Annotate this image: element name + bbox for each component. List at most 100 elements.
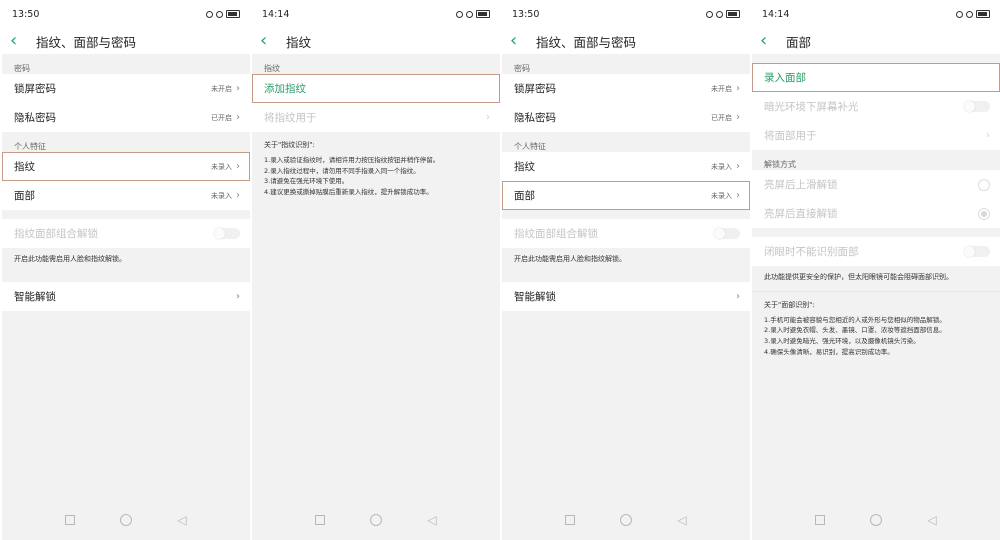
recent-apps-button[interactable] [60,510,80,530]
square-icon [565,515,575,525]
home-button[interactable] [366,510,386,530]
page-title: 指纹 [286,34,312,50]
combo-unlock-toggle[interactable] [214,228,240,239]
page-title: 指纹、面部与密码 [536,34,637,50]
item-label: 闭眼时不能识别面部 [764,246,859,258]
triangle-back-icon: ◁ [927,513,937,527]
status-icons [956,10,990,18]
item-value: 未录入 [711,162,732,171]
section-header-unlock-method: 解锁方式 [752,150,1000,170]
item-label: 指纹面部组合解锁 [514,228,598,240]
dark-fill-toggle[interactable] [964,101,990,112]
triangle-back-icon: ◁ [427,513,437,527]
status-time: 14:14 [262,8,290,20]
section-header-fingerprint: 指纹 [252,54,500,74]
chevron-right-icon: › [236,190,240,201]
status-icons [706,10,740,18]
info-line: 1.手机可能会被容貌与您相近的人或外形与您相似的物品解锁。 [764,315,946,324]
back-icon[interactable]: ‹ [510,32,532,50]
item-value: 未开启 [711,84,732,93]
info-title: 关于"面部识别": [764,300,815,309]
back-button[interactable]: ◁ [672,510,692,530]
status-bar: 14:14 [752,0,1000,28]
page-title: 指纹、面部与密码 [36,34,137,50]
item-label: 智能解锁 [514,290,556,303]
eyes-closed-toggle[interactable] [964,246,990,257]
triangle-back-icon: ◁ [177,513,187,527]
chevron-right-icon: › [236,290,240,302]
back-button[interactable]: ◁ [172,510,192,530]
recent-apps-button[interactable] [810,510,830,530]
title-bar: ‹ 指纹、面部与密码 [2,28,250,54]
status-time: 14:14 [762,8,790,20]
divider [502,272,750,282]
settings-list: 指纹 添加指纹 将指纹用于 › 关于"指纹识别": 1.录入或验证指纹时，请相许… [252,54,500,500]
lock-screen-password-item[interactable]: 锁屏密码 未开启 › [2,74,250,103]
smart-unlock-item[interactable]: 智能解锁 › [502,281,750,311]
recent-apps-button[interactable] [560,510,580,530]
back-icon[interactable]: ‹ [260,32,282,50]
navigation-bar: ◁ [752,500,1000,540]
info-line: 3.录入时避免暗光、强光环境，以及摄像机镜头污染。 [764,336,920,345]
circle-icon [870,514,882,526]
combo-unlock-toggle[interactable] [714,228,740,239]
item-value: 未录入 [211,191,232,200]
lock-screen-password-item[interactable]: 锁屏密码 未开启 › [502,74,750,103]
privacy-password-item[interactable]: 隐私密码 已开启 › [2,103,250,132]
swipe-unlock-radio[interactable] [978,178,990,191]
battery-icon [226,10,240,18]
navigation-bar: ◁ [502,500,750,540]
section-header-personal: 个人特征 [502,132,750,152]
direct-unlock-option: 亮屏后直接解锁 [752,199,1000,228]
enroll-face-item[interactable]: 录入面部 [752,63,1000,92]
combo-note: 开启此功能需启用人脸和指纹解锁。 [502,248,750,273]
item-label: 指纹 [14,161,35,173]
status-icons [206,10,240,18]
face-item[interactable]: 面部 未录入 › [2,181,250,210]
recent-apps-button[interactable] [310,510,330,530]
info-line: 1.录入或验证指纹时，请相许用力按压指纹按钮并稍作停留。 [264,156,440,164]
chevron-right-icon: › [736,112,740,123]
phone-screen-security: 13:50 ‹ 指纹、面部与密码 密码 锁屏密码 未开启 › 隐私密码 已开启 › … [2,0,250,540]
info-line: 4.确保头像清晰，易识别，提高识别成功率。 [764,347,894,356]
smart-unlock-item[interactable]: 智能解锁 › [2,281,250,311]
alarm-icon [456,10,463,18]
divider [752,54,1000,63]
item-label: 亮屏后上滑解锁 [764,179,838,191]
combo-unlock-item: 指纹面部组合解锁 [502,219,750,248]
chevron-right-icon: › [736,190,740,201]
item-label: 指纹 [514,161,535,173]
item-label: 隐私密码 [14,112,56,124]
chevron-right-icon: › [486,112,490,123]
chevron-right-icon: › [736,83,740,94]
back-button[interactable]: ◁ [922,510,942,530]
clock-icon [216,10,223,18]
square-icon [815,515,825,525]
item-label: 录入面部 [764,72,806,84]
chevron-right-icon: › [986,130,990,141]
item-value: 已开启 [211,113,232,122]
combo-note: 开启此功能需启用人脸和指纹解锁。 [2,248,250,273]
triangle-back-icon: ◁ [677,513,687,527]
status-bar: 14:14 [252,0,500,28]
face-item[interactable]: 面部 未录入 › [502,181,750,210]
fingerprint-item[interactable]: 指纹 未录入 › [502,152,750,181]
chevron-right-icon: › [236,112,240,123]
back-button[interactable]: ◁ [422,510,442,530]
home-button[interactable] [116,510,136,530]
add-fingerprint-item[interactable]: 添加指纹 [252,74,500,103]
item-label: 亮屏后直接解锁 [764,208,838,220]
phone-screen-fingerprint: 14:14 ‹ 指纹 指纹 添加指纹 将指纹用于 › 关于"指纹识别": 1.录… [252,0,500,540]
fingerprint-item[interactable]: 指纹 未录入 › [2,152,250,181]
back-icon[interactable]: ‹ [10,32,32,50]
swipe-unlock-option: 亮屏后上滑解锁 [752,170,1000,199]
privacy-password-item[interactable]: 隐私密码 已开启 › [502,103,750,132]
home-button[interactable] [616,510,636,530]
home-button[interactable] [866,510,886,530]
back-icon[interactable]: ‹ [760,32,782,50]
divider [2,272,250,282]
clock-icon [966,10,973,18]
divider [752,228,1000,237]
direct-unlock-radio[interactable] [978,207,990,220]
item-value: 未录入 [211,162,232,171]
